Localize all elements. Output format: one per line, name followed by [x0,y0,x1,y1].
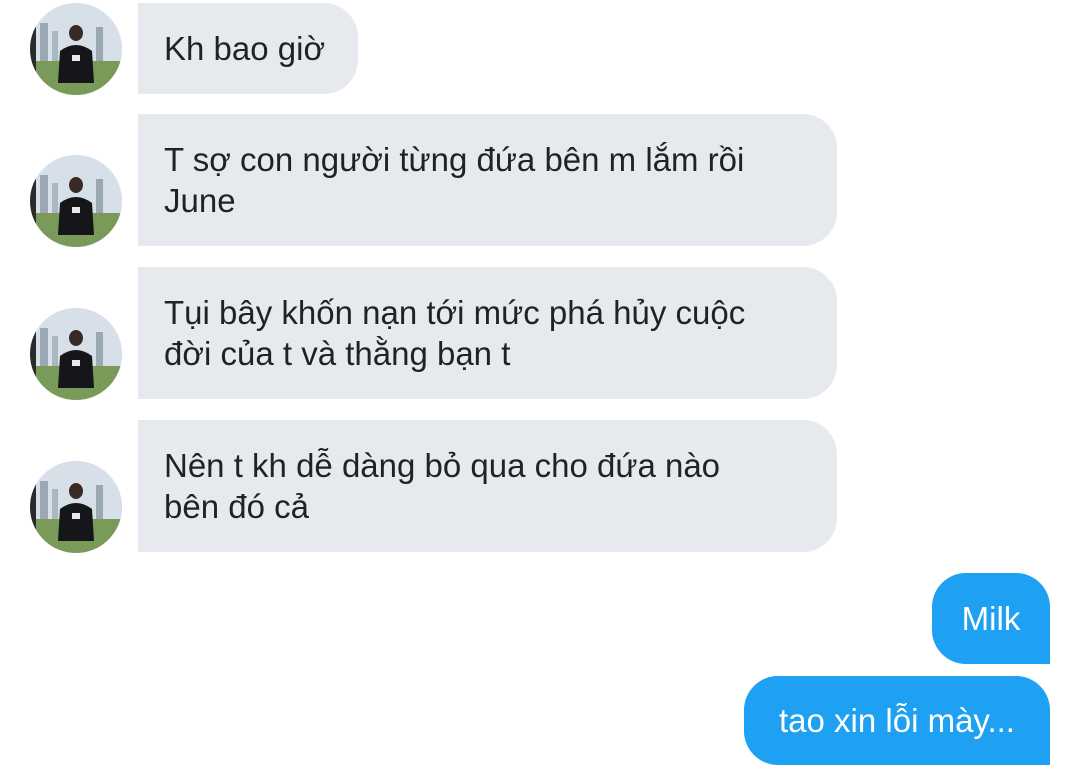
message-text: Milk [961,600,1021,637]
message-text: Nên t kh dễ dàng bỏ qua cho đứa nào bên … [164,447,721,525]
incoming-message-bubble[interactable]: Nên t kh dễ dàng bỏ qua cho đứa nào bên … [138,420,837,552]
outgoing-message-bubble[interactable]: Milk [932,573,1050,664]
message-text: T sợ con người từng đứa bên m lắm rồi Ju… [164,141,745,219]
contact-avatar[interactable] [30,461,122,553]
message-text: tao xin lỗi mày... [779,702,1015,739]
contact-avatar[interactable] [30,308,122,400]
contact-avatar[interactable] [30,155,122,247]
avatar-photo-icon [30,155,122,247]
outgoing-message-bubble[interactable]: tao xin lỗi mày... [744,676,1050,765]
incoming-message-bubble[interactable]: Tụi bây khốn nạn tới mức phá hủy cuộc đờ… [138,267,837,399]
avatar-photo-icon [30,461,122,553]
message-text: Kh bao giờ [164,30,326,67]
contact-avatar[interactable] [30,3,122,95]
avatar-photo-icon [30,308,122,400]
avatar-photo-icon [30,3,122,95]
incoming-message-bubble[interactable]: T sợ con người từng đứa bên m lắm rồi Ju… [138,114,837,246]
incoming-message-bubble[interactable]: Kh bao giờ [138,3,358,94]
message-text: Tụi bây khốn nạn tới mức phá hủy cuộc đờ… [164,294,746,372]
